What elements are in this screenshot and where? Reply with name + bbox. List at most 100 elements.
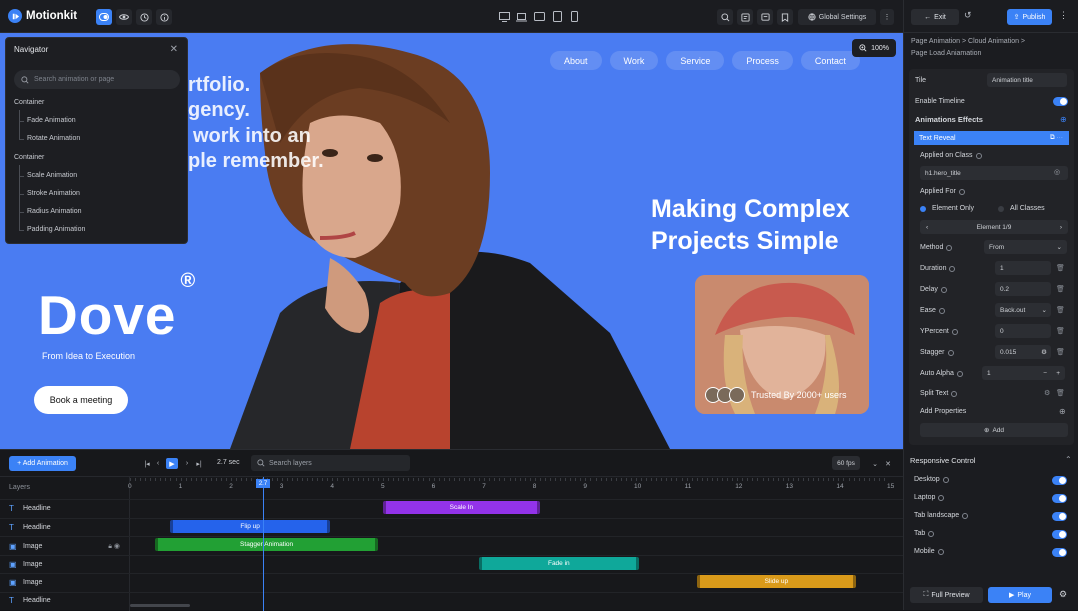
nav-work[interactable]: Work: [609, 51, 659, 70]
search-icon[interactable]: [717, 9, 733, 25]
tree-group-container[interactable]: Container: [14, 99, 44, 106]
auto-alpha-stepper[interactable]: 1 − +: [982, 366, 1065, 380]
method-select[interactable]: From ⌄: [984, 240, 1067, 254]
desktop-toggle[interactable]: [1052, 476, 1067, 485]
comments-icon[interactable]: [757, 9, 773, 25]
add-button[interactable]: ⊕ Add: [920, 423, 1068, 437]
ruler-tick-mark: [757, 478, 759, 481]
undo-icon[interactable]: ↺: [964, 10, 972, 21]
tree-item-rotate-animation[interactable]: Rotate Animation: [27, 135, 80, 142]
nav-contact[interactable]: Contact: [800, 51, 860, 70]
publish-button[interactable]: ⇪ Publish: [1007, 9, 1052, 25]
fps-select[interactable]: 60 fps: [832, 456, 860, 470]
delete-icon[interactable]: 🗑︎: [1056, 348, 1065, 356]
animation-clip[interactable]: Flip up: [170, 519, 330, 533]
add-effect-icon[interactable]: ⊕: [1060, 115, 1067, 124]
mobile-toggle[interactable]: [1052, 548, 1067, 557]
animation-clip[interactable]: Slide up: [696, 575, 857, 589]
animation-clip[interactable]: Scale In: [383, 501, 540, 514]
info-icon[interactable]: [156, 9, 172, 25]
notes-icon[interactable]: [737, 9, 753, 25]
timeline-scrollbar[interactable]: [130, 604, 190, 607]
bookmark-icon[interactable]: [777, 9, 793, 25]
class-input[interactable]: h1.hero_title: [920, 166, 1068, 180]
laptop-device-icon[interactable]: [515, 11, 527, 22]
settings-gear-icon[interactable]: ⚙: [1041, 348, 1047, 356]
tablet-icon[interactable]: [551, 11, 563, 22]
enable-timeline-toggle[interactable]: [1053, 97, 1068, 106]
add-animation-button[interactable]: + Add Animation: [9, 456, 76, 471]
exit-button[interactable]: ← Exit: [911, 9, 959, 25]
step-forward-icon[interactable]: ›: [181, 458, 193, 469]
tree-item-fade-animation[interactable]: Fade Animation: [27, 117, 76, 124]
all-classes-radio[interactable]: All Classes: [998, 205, 1045, 212]
close-icon[interactable]: ✕: [882, 458, 894, 469]
nav-about[interactable]: About: [550, 51, 602, 70]
breadcrumb[interactable]: Page Animation > Cloud Animation >: [911, 38, 1025, 45]
navigator-search-input[interactable]: Search animation or page: [14, 70, 180, 89]
ease-select[interactable]: Back.out ⌄: [995, 303, 1051, 317]
ruler-tick-mark: [499, 478, 501, 481]
ypercent-input[interactable]: 0: [995, 324, 1051, 338]
delete-icon[interactable]: 🗑︎: [1056, 327, 1065, 335]
effect-text-reveal[interactable]: Text Reveal ⧉ ⋯: [914, 131, 1069, 145]
global-settings-button[interactable]: Global Settings: [798, 9, 876, 25]
step-back-icon[interactable]: ‹: [152, 458, 164, 469]
layer-search-input[interactable]: Search layers: [251, 455, 410, 471]
nav-service[interactable]: Service: [666, 51, 725, 70]
preview-eye-icon[interactable]: [116, 9, 132, 25]
minus-icon[interactable]: −: [1043, 370, 1047, 377]
duration-input[interactable]: 1: [995, 261, 1051, 275]
settings-gear-icon[interactable]: ⚙: [1059, 589, 1067, 600]
toggle-view-icon[interactable]: [96, 9, 112, 25]
tree-item-scale-animation[interactable]: Scale Animation: [27, 172, 77, 179]
tree-item-padding-animation[interactable]: Padding Animation: [27, 226, 85, 233]
tree-tick: [19, 212, 24, 213]
next-chevron-icon[interactable]: ›: [1060, 224, 1062, 231]
stagger-input[interactable]: 0.015 ⚙: [995, 345, 1051, 359]
tree-item-stroke-animation[interactable]: Stroke Animation: [27, 190, 80, 197]
tree-item-radius-animation[interactable]: Radius Animation: [27, 208, 81, 215]
prev-chevron-icon[interactable]: ‹: [926, 224, 928, 231]
add-property-icon[interactable]: ⊕: [1059, 407, 1066, 416]
time-ruler[interactable]: 0 1 2 3 4 5 6 7 8 9 10 11 12 13 14 15: [128, 477, 903, 493]
animation-clip[interactable]: Stagger Animation: [155, 538, 378, 552]
collapse-chevron-icon[interactable]: ⌄: [869, 458, 881, 469]
target-icon[interactable]: ◎: [1054, 168, 1060, 176]
auto-alpha-text: Auto Alpha: [920, 370, 954, 377]
element-only-radio[interactable]: Element Only: [920, 205, 974, 212]
skip-end-icon[interactable]: ▸|: [193, 458, 205, 469]
title-input[interactable]: Animation title: [987, 73, 1067, 87]
copy-more-icons[interactable]: ⧉ ⋯: [1050, 134, 1063, 142]
settings-gear-icon[interactable]: ⚙: [1044, 389, 1050, 397]
tree-group-container[interactable]: Container: [14, 154, 44, 161]
delete-icon[interactable]: 🗑︎: [1056, 285, 1065, 293]
playhead[interactable]: [263, 477, 264, 611]
more-menu-icon[interactable]: ⋮: [880, 9, 894, 25]
delay-input[interactable]: 0.2: [995, 282, 1051, 296]
play-icon[interactable]: ▶: [166, 458, 178, 469]
play-button[interactable]: ▶ Play: [988, 587, 1052, 603]
ruler-tick-mark: [226, 478, 228, 481]
tablet-landscape-icon[interactable]: [533, 11, 545, 22]
more-menu-icon[interactable]: ⋮: [1059, 10, 1068, 21]
desktop-device-icon[interactable]: [498, 11, 510, 22]
playhead-label[interactable]: 2.7: [256, 479, 270, 488]
full-preview-button[interactable]: ⛶ Full Preview: [910, 587, 983, 603]
laptop-toggle[interactable]: [1052, 494, 1067, 503]
delete-icon[interactable]: 🗑︎: [1056, 264, 1065, 272]
zoom-control[interactable]: 100%: [852, 39, 896, 57]
nav-process[interactable]: Process: [732, 51, 793, 70]
animation-clip[interactable]: Fade in: [479, 556, 639, 570]
close-icon[interactable]: ✕: [170, 44, 178, 55]
tab-toggle[interactable]: [1052, 530, 1067, 539]
delete-icon[interactable]: 🗑︎: [1056, 306, 1065, 314]
plus-icon[interactable]: +: [1056, 370, 1060, 377]
tab-landscape-toggle[interactable]: [1052, 512, 1067, 521]
responsive-label: Desktop: [914, 476, 940, 483]
history-clock-icon[interactable]: [136, 9, 152, 25]
collapse-chevron-icon[interactable]: ⌃: [1065, 455, 1072, 464]
mobile-icon[interactable]: [568, 11, 580, 22]
delete-icon[interactable]: 🗑︎: [1056, 389, 1065, 397]
book-meeting-button[interactable]: Book a meeting: [34, 386, 128, 414]
